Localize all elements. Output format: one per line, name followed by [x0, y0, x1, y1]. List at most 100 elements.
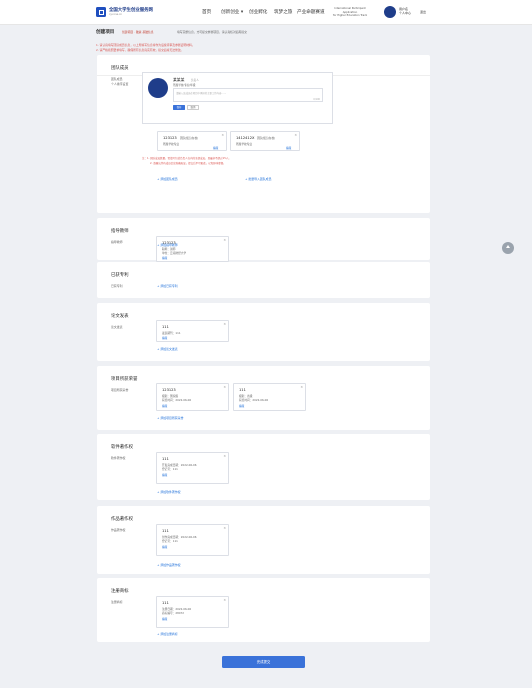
member-save-button[interactable]: 保存	[173, 105, 185, 110]
card-title: 1412412X	[236, 136, 255, 140]
item-line: 登记号：111	[162, 539, 178, 543]
page-title: 创建项目	[96, 30, 115, 35]
logout-link[interactable]: 退出	[420, 10, 426, 14]
close-icon[interactable]: ×	[223, 238, 226, 242]
card-edit-link[interactable]: 编辑	[286, 146, 291, 150]
add-software-link[interactable]: + 添加软件著作权	[157, 490, 181, 494]
site-logo-icon[interactable]	[96, 7, 106, 17]
honor-item: × 123123 级别：国家级 获奖时间：2022-06-06 编辑	[156, 383, 229, 411]
software-item: × 111 开发完成日期：2022-06-06 登记号：111 编辑	[156, 452, 229, 484]
close-icon[interactable]: ×	[223, 454, 226, 458]
section-label: 已获专利	[111, 284, 123, 288]
add-trademark-link[interactable]: + 添加注册商标	[157, 632, 178, 636]
close-icon[interactable]: ×	[223, 322, 226, 326]
member-sub: 所属学校/专业/年级	[173, 84, 196, 87]
item-title: 123123	[162, 388, 176, 392]
close-icon[interactable]: ×	[223, 385, 226, 389]
add-work-link[interactable]: + 添加作品著作权	[157, 563, 181, 567]
warning-line-1: 1. 请认真填写团队成员信息，以上所填写信息将作为后续评审及参赛证明材料。	[96, 43, 195, 47]
submit-button[interactable]: 完成提交	[222, 656, 305, 668]
section-label: 论文发表	[111, 325, 123, 329]
team-note-1: 注：1. 团队成员数量，需填写包括负责人在内的全部成员，且最多不超过15人。	[142, 157, 231, 160]
member-cancel-button[interactable]: 取消	[187, 105, 199, 110]
item-title: 111	[239, 388, 246, 392]
nav-incubation[interactable]: 创业孵化	[249, 9, 267, 15]
user-avatar[interactable]	[384, 6, 396, 18]
team-title: 团队成员	[111, 66, 129, 71]
card-line: 所属学校专业	[236, 142, 253, 146]
card-line: 所属学校专业	[163, 142, 180, 146]
intl-track-link[interactable]: International Participant Application fo…	[327, 7, 373, 18]
card-tag: 团队成员(在校)	[180, 136, 199, 140]
section-label: 作品著作权	[111, 528, 126, 532]
warning-line-2: 2. 请严格按照要求填写，确保所有信息真实有效，提交后将无法修改。	[96, 48, 184, 52]
software-copyright-card: 软件著作权 软件著作权	[97, 434, 430, 500]
team-member-card: × 1412412X 团队成员(在校) 所属学校专业 编辑	[230, 131, 300, 151]
batch-import-link[interactable]: + 批量导入团队成员	[245, 177, 271, 181]
advisor-card: 指导教师 指导教师	[97, 218, 430, 260]
section-title: 软件著作权	[111, 445, 133, 450]
section-label: 软件著作权	[111, 456, 126, 460]
section-title: 指导教师	[111, 229, 129, 234]
add-paper-link[interactable]: + 添加论文发表	[157, 347, 178, 351]
item-edit-link[interactable]: 编辑	[162, 336, 167, 340]
member-role: 负责人	[191, 79, 199, 82]
user-menu[interactable]: 用户名 个人中心	[399, 7, 411, 15]
item-edit-link[interactable]: 编辑	[162, 404, 167, 408]
nav-home[interactable]: 首页	[202, 9, 211, 15]
section-title: 已获专利	[111, 273, 129, 278]
intl-line2: for Higher Education Track	[332, 14, 368, 18]
add-team-member-link[interactable]: + 添加团队成员	[157, 177, 178, 181]
section-title: 项目所获荣誉	[111, 377, 138, 382]
add-advisor-link[interactable]: + 添加指导教师	[157, 243, 178, 247]
item-edit-link[interactable]: 编辑	[162, 256, 167, 260]
close-icon[interactable]: ×	[300, 385, 303, 389]
item-line: 发表期刊：111	[162, 331, 181, 335]
honor-item: × 111 级别：省级 获奖时间：2022-06-06 编辑	[233, 383, 306, 411]
member-editor: 某某某 负责人 所属学校/专业/年级 请输入该成员在项目中承担的主要工作内容………	[142, 72, 333, 124]
team-sub-label: 个人排序设置	[111, 82, 129, 86]
nav-industry-track[interactable]: 产业命题赛道	[297, 9, 325, 15]
member-duty-textarea[interactable]: 请输入该成员在项目中承担的主要工作内容……	[173, 88, 323, 102]
back-to-top-icon[interactable]	[502, 242, 514, 254]
add-patent-link[interactable]: + 添加已获专利	[157, 284, 178, 288]
site-brand-sub: cy.ncss.cn	[109, 13, 123, 16]
item-line: 获奖时间：2022-06-06	[239, 398, 269, 402]
team-member-card: × 123123 团队成员(在校) 所属学校专业 编辑	[157, 131, 227, 151]
card-title: 123123	[163, 136, 177, 140]
advisor-item: × 123123 职称：讲师 单位：云南财经大学 编辑	[156, 236, 229, 262]
nav-dream-trip[interactable]: 筑梦之旅	[274, 9, 292, 15]
add-honor-link[interactable]: + 添加项目所获荣誉	[157, 416, 183, 420]
user-sub: 个人中心	[399, 11, 412, 15]
step-note: 创建项目 · 融资·基础信息	[122, 30, 154, 34]
trademark-card: 注册商标 注册商标	[97, 578, 430, 642]
item-title: 111	[162, 457, 169, 461]
member-avatar	[148, 78, 168, 98]
close-icon[interactable]: ×	[221, 133, 224, 137]
card-tag: 团队成员(在校)	[257, 136, 276, 140]
close-icon[interactable]: ×	[294, 133, 297, 137]
paper-card: 论文发表 论文发表	[97, 303, 430, 361]
section-label: 指导教师	[111, 240, 123, 244]
work-copyright-card: 作品著作权 作品著作权	[97, 506, 430, 574]
team-note-2: 2. 请确认所有成员信息准确无误，提交后不可更改，以免影响参赛。	[150, 162, 226, 165]
patent-card: 已获专利 已获专利	[97, 262, 430, 298]
paper-item: × 111 发表期刊：111 编辑	[156, 320, 229, 342]
item-line: 单位：云南财经大学	[162, 251, 187, 255]
item-title: 111	[162, 601, 169, 605]
close-icon[interactable]: ×	[223, 598, 226, 602]
item-edit-link[interactable]: 编辑	[162, 473, 167, 477]
item-title: 111	[162, 325, 169, 329]
card-edit-link[interactable]: 编辑	[213, 146, 218, 150]
item-line: 商标编号：28072	[162, 611, 184, 615]
item-line: 获奖时间：2022-06-06	[162, 398, 192, 402]
item-edit-link[interactable]: 编辑	[239, 404, 244, 408]
section-title: 作品著作权	[111, 517, 133, 522]
item-line: 登记号：111	[162, 467, 178, 471]
item-edit-link[interactable]: 编辑	[162, 545, 167, 549]
nav-innovation[interactable]: 创新创业 ▾	[221, 9, 243, 15]
section-label: 注册商标	[111, 600, 123, 604]
section-title: 注册商标	[111, 589, 129, 594]
item-edit-link[interactable]: 编辑	[162, 617, 167, 621]
close-icon[interactable]: ×	[223, 526, 226, 530]
